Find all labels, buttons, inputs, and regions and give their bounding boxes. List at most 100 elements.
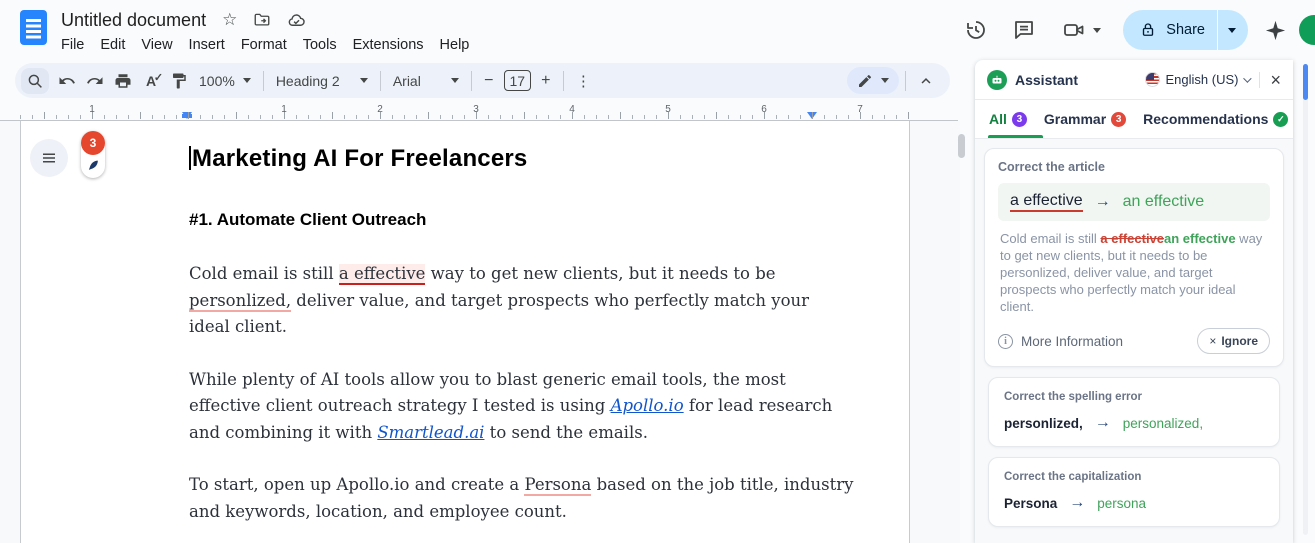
left-indent-marker[interactable] xyxy=(182,112,192,119)
gemini-sparkle-icon[interactable] xyxy=(1264,19,1287,42)
account-avatar[interactable] xyxy=(1299,15,1315,45)
info-icon: i xyxy=(998,334,1013,349)
suggested-text: persona xyxy=(1097,496,1146,511)
suggestion-card-capitalization[interactable]: Correct the capitalization Persona → per… xyxy=(988,457,1280,527)
document-scrollbar[interactable] xyxy=(958,134,965,158)
original-text: a effective xyxy=(1010,192,1083,212)
tab-all[interactable]: All 3 xyxy=(989,111,1027,127)
pencil-icon xyxy=(857,73,873,89)
menu-extensions[interactable]: Extensions xyxy=(345,34,432,56)
right-indent-marker[interactable] xyxy=(807,112,817,119)
menu-file[interactable]: File xyxy=(53,34,92,56)
doc-paragraph-1: Cold email is still a effective way to g… xyxy=(189,261,854,341)
assistant-title: Assistant xyxy=(1015,72,1078,88)
search-menus-button[interactable] xyxy=(21,68,49,94)
context-removed-text: a effective xyxy=(1100,231,1164,246)
google-docs-icon[interactable] xyxy=(20,10,47,45)
document-outline-button[interactable] xyxy=(30,139,68,177)
card-title: Correct the article xyxy=(998,160,1270,174)
text-cursor xyxy=(189,146,191,170)
spell-check-button[interactable]: A✓ xyxy=(137,68,165,94)
suggestion-change[interactable]: a effective → an effective xyxy=(998,183,1270,221)
suggestion-card-article[interactable]: Correct the article a effective → an eff… xyxy=(984,148,1284,367)
hide-menus-button[interactable] xyxy=(912,68,940,94)
doc-heading-1: Marketing AI For Freelancers xyxy=(189,145,909,173)
panel-scrollbar-track xyxy=(1303,64,1308,535)
app-header: Untitled document ☆ File Edit View Inser… xyxy=(0,0,1315,60)
zoom-select[interactable]: 100% xyxy=(193,68,257,94)
star-icon[interactable]: ☆ xyxy=(222,11,237,28)
redo-button[interactable] xyxy=(81,68,109,94)
doc-paragraph-3: To start, open up Apollo.io and create a… xyxy=(189,472,854,525)
menu-bar: File Edit View Insert Format Tools Exten… xyxy=(53,34,477,56)
suggestions-list: Correct the article a effective → an eff… xyxy=(975,139,1293,543)
horizontal-ruler: 1 1 2 3 4 5 6 7 xyxy=(0,104,958,120)
tab-recommendations[interactable]: Recommendations ✓ xyxy=(1143,111,1288,127)
suggestion-count-badge: 3 xyxy=(81,131,105,155)
suggestion-card-spelling[interactable]: Correct the spelling error personlized, … xyxy=(988,377,1280,447)
document-canvas: Marketing AI For Freelancers #1. Automat… xyxy=(0,121,960,543)
paragraph-style-select[interactable]: Heading 2 xyxy=(270,68,374,94)
undo-button[interactable] xyxy=(53,68,81,94)
editing-mode-button[interactable] xyxy=(847,67,899,94)
quill-pen-icon xyxy=(81,154,105,176)
suggestions-badge[interactable]: 3 xyxy=(81,131,105,178)
ignore-button[interactable]: × Ignore xyxy=(1197,328,1270,354)
document-page[interactable]: Marketing AI For Freelancers #1. Automat… xyxy=(20,121,910,543)
toolbar-divider xyxy=(905,71,906,91)
tab-grammar[interactable]: Grammar 3 xyxy=(1044,111,1126,127)
assistant-header: Assistant English (US) × xyxy=(975,60,1293,99)
share-label: Share xyxy=(1166,22,1205,38)
version-history-icon[interactable] xyxy=(964,18,988,42)
share-dropdown-button[interactable] xyxy=(1217,10,1248,50)
spelling-error[interactable]: personlized, xyxy=(189,291,291,312)
more-toolbar-options-button[interactable]: ⋮ xyxy=(570,72,597,90)
grammar-error-active[interactable]: a effective xyxy=(339,264,426,285)
panel-scrollbar[interactable] xyxy=(1303,64,1308,100)
more-information-link[interactable]: More Information xyxy=(1021,334,1123,349)
comments-icon[interactable] xyxy=(1012,18,1036,42)
toolbar-divider xyxy=(563,71,564,91)
menu-edit[interactable]: Edit xyxy=(92,34,133,56)
assistant-tabs: All 3 Grammar 3 Recommendations ✓ xyxy=(975,100,1293,138)
outline-list-icon xyxy=(40,149,58,167)
ignore-x-icon: × xyxy=(1209,334,1216,348)
suggestion-context: Cold email is still a effectivean effect… xyxy=(998,230,1270,315)
lock-icon xyxy=(1139,21,1157,39)
language-selector[interactable]: English (US) xyxy=(1166,72,1239,87)
font-size-input[interactable]: 17 xyxy=(504,70,531,91)
original-text: Persona xyxy=(1004,496,1057,511)
recommendations-check-icon: ✓ xyxy=(1273,112,1288,127)
menu-format[interactable]: Format xyxy=(233,34,295,56)
paint-format-button[interactable] xyxy=(165,68,193,94)
menu-help[interactable]: Help xyxy=(432,34,478,56)
original-text: personlized, xyxy=(1004,416,1083,431)
all-count-badge: 3 xyxy=(1012,112,1027,127)
toolbar-divider xyxy=(380,71,381,91)
arrow-icon: → xyxy=(1095,414,1111,432)
document-title[interactable]: Untitled document xyxy=(61,10,206,31)
suggested-text: personalized, xyxy=(1123,416,1203,431)
decrease-font-size-button[interactable]: − xyxy=(478,68,500,94)
menu-view[interactable]: View xyxy=(133,34,180,56)
font-family-select[interactable]: Arial xyxy=(387,68,465,94)
print-button[interactable] xyxy=(109,68,137,94)
toolbar-divider xyxy=(471,71,472,91)
video-camera-icon xyxy=(1062,18,1086,42)
increase-font-size-button[interactable]: + xyxy=(535,68,557,94)
meet-call-button[interactable] xyxy=(1062,18,1101,42)
doc-paragraph-2: While plenty of AI tools allow you to bl… xyxy=(189,367,854,447)
close-panel-button[interactable]: × xyxy=(1270,71,1281,89)
move-folder-icon[interactable] xyxy=(253,11,271,29)
active-tab-indicator xyxy=(988,135,1043,138)
smartlead-link[interactable]: Smartlead.ai xyxy=(377,423,484,442)
apollo-link[interactable]: Apollo.io xyxy=(611,396,684,415)
formatting-toolbar: A✓ 100% Heading 2 Arial − 17 + ⋮ xyxy=(15,63,950,98)
share-button[interactable]: Share xyxy=(1123,10,1217,50)
language-dropdown-icon xyxy=(1244,74,1252,82)
menu-tools[interactable]: Tools xyxy=(295,34,345,56)
menu-insert[interactable]: Insert xyxy=(181,34,233,56)
capitalization-error[interactable]: Persona xyxy=(524,475,591,496)
cloud-status-icon[interactable] xyxy=(287,11,306,30)
arrow-icon: → xyxy=(1095,193,1111,211)
